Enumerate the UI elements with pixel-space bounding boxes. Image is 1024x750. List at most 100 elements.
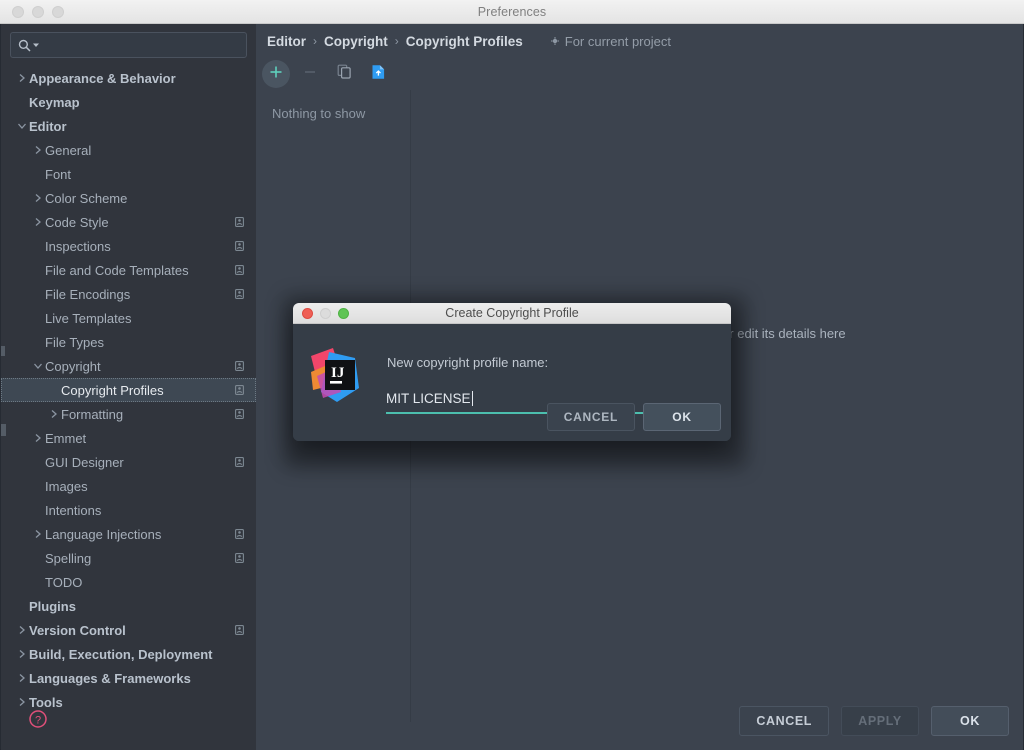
- dialog-close-button[interactable]: [302, 308, 313, 319]
- dialog-titlebar: Create Copyright Profile: [293, 303, 731, 324]
- project-config-badge-icon: [235, 529, 244, 539]
- project-config-badge-icon: [235, 241, 244, 251]
- chevron-right-icon[interactable]: [15, 625, 29, 635]
- copy-icon: [337, 64, 352, 84]
- sidebar-item-keymap[interactable]: Keymap: [1, 90, 256, 114]
- breadcrumb-item-editor[interactable]: Editor: [267, 34, 306, 49]
- sidebar-item-general[interactable]: General: [1, 138, 256, 162]
- search-row: [1, 24, 256, 64]
- sidebar-item-label: Images: [45, 479, 244, 494]
- sidebar-item-font[interactable]: Font: [1, 162, 256, 186]
- sidebar-item-label: Languages & Frameworks: [29, 671, 244, 686]
- sidebar-item-label: Appearance & Behavior: [29, 71, 244, 86]
- window-edge-artifact-top: [1, 346, 5, 356]
- cancel-button[interactable]: CANCEL: [739, 706, 829, 736]
- chevron-right-icon[interactable]: [31, 433, 45, 443]
- sidebar-item-version-control[interactable]: Version Control: [1, 618, 256, 642]
- chevron-down-icon[interactable]: [31, 362, 45, 370]
- chevron-right-icon[interactable]: [47, 409, 61, 419]
- project-config-badge-icon: [235, 361, 244, 371]
- sidebar-item-file-and-code-templates[interactable]: File and Code Templates: [1, 258, 256, 282]
- remove-profile-button: [296, 60, 324, 88]
- sidebar-item-label: Language Injections: [45, 527, 227, 542]
- sidebar-item-label: Font: [45, 167, 244, 182]
- sidebar-item-live-templates[interactable]: Live Templates: [1, 306, 256, 330]
- sidebar-item-label: Inspections: [45, 239, 227, 254]
- chevron-right-icon[interactable]: [31, 145, 45, 155]
- sidebar-item-intentions[interactable]: Intentions: [1, 498, 256, 522]
- sidebar-item-languages-frameworks[interactable]: Languages & Frameworks: [1, 666, 256, 690]
- svg-text:IJ: IJ: [331, 365, 345, 381]
- sidebar-item-copyright-profiles[interactable]: Copyright Profiles: [1, 378, 256, 402]
- sidebar-item-appearance-behavior[interactable]: Appearance & Behavior: [1, 66, 256, 90]
- chevron-right-icon[interactable]: [31, 217, 45, 227]
- sidebar-item-color-scheme[interactable]: Color Scheme: [1, 186, 256, 210]
- sidebar-item-label: Spelling: [45, 551, 227, 566]
- chevron-right-icon[interactable]: [31, 193, 45, 203]
- breadcrumb: Editor › Copyright › Copyright Profiles: [256, 24, 1023, 58]
- chevron-right-icon[interactable]: [15, 673, 29, 683]
- sidebar-item-label: General: [45, 143, 244, 158]
- profile-name-label: New copyright profile name:: [387, 355, 548, 370]
- dialog-zoom-button[interactable]: [338, 308, 349, 319]
- sidebar-item-language-injections[interactable]: Language Injections: [1, 522, 256, 546]
- chevron-right-icon[interactable]: [15, 649, 29, 659]
- project-config-badge-icon: [235, 553, 244, 563]
- breadcrumb-item-copyright[interactable]: Copyright: [324, 34, 388, 49]
- project-config-badge-icon: [235, 217, 244, 227]
- sidebar-item-gui-designer[interactable]: GUI Designer: [1, 450, 256, 474]
- help-button[interactable]: ?: [27, 710, 49, 732]
- window-titlebar: Preferences: [0, 0, 1024, 24]
- sidebar-item-images[interactable]: Images: [1, 474, 256, 498]
- chevron-right-icon[interactable]: [15, 73, 29, 83]
- window-title: Preferences: [0, 5, 1024, 19]
- sidebar-item-copyright[interactable]: Copyright: [1, 354, 256, 378]
- sidebar-item-file-types[interactable]: File Types: [1, 330, 256, 354]
- profile-name-value: MIT LICENSE: [386, 391, 471, 406]
- dialog-ok-button[interactable]: OK: [643, 403, 721, 431]
- dialog-minimize-button: [320, 308, 331, 319]
- plus-icon: [269, 65, 283, 84]
- copy-profile-button[interactable]: [330, 60, 358, 88]
- sidebar-item-code-style[interactable]: Code Style: [1, 210, 256, 234]
- dialog-cancel-button[interactable]: CANCEL: [547, 403, 635, 431]
- sidebar-item-build-execution-deployment[interactable]: Build, Execution, Deployment: [1, 642, 256, 666]
- sidebar-item-todo[interactable]: TODO: [1, 570, 256, 594]
- sidebar-item-emmet[interactable]: Emmet: [1, 426, 256, 450]
- intellij-idea-logo: IJ: [307, 346, 369, 408]
- add-profile-button[interactable]: [262, 60, 290, 88]
- sidebar-item-plugins[interactable]: Plugins: [1, 594, 256, 618]
- dialog-bottom-bar: ? CANCEL APPLY OK: [1, 693, 1023, 749]
- settings-tree[interactable]: Appearance & Behavior Keymap Editor General…: [1, 66, 256, 714]
- sidebar-item-editor[interactable]: Editor: [1, 114, 256, 138]
- project-config-badge-icon: [235, 409, 244, 419]
- search-input[interactable]: [10, 32, 247, 58]
- chevron-right-icon[interactable]: [31, 529, 45, 539]
- sidebar-item-label: Build, Execution, Deployment: [29, 647, 244, 662]
- sidebar-item-label: Intentions: [45, 503, 244, 518]
- breadcrumb-separator: ›: [313, 34, 317, 48]
- chevron-down-icon[interactable]: [32, 41, 40, 49]
- breadcrumb-separator: ›: [395, 34, 399, 48]
- import-profile-button[interactable]: [364, 60, 392, 88]
- breadcrumb-item-copyright-profiles: Copyright Profiles: [406, 34, 523, 49]
- sidebar-item-label: Color Scheme: [45, 191, 244, 206]
- scope-selector[interactable]: For current project: [550, 34, 671, 49]
- sidebar-item-label: File Encodings: [45, 287, 227, 302]
- sidebar-item-label: File Types: [45, 335, 244, 350]
- sidebar-item-formatting[interactable]: Formatting: [1, 402, 256, 426]
- project-config-badge-icon: [235, 289, 244, 299]
- sidebar-item-spelling[interactable]: Spelling: [1, 546, 256, 570]
- dialog-traffic-lights[interactable]: [302, 308, 349, 319]
- search-icon: [18, 39, 31, 52]
- sidebar-item-label: Keymap: [29, 95, 244, 110]
- sidebar-item-inspections[interactable]: Inspections: [1, 234, 256, 258]
- ok-button[interactable]: OK: [931, 706, 1009, 736]
- sidebar-item-label: Plugins: [29, 599, 244, 614]
- minus-icon: [303, 65, 317, 84]
- sidebar-item-label: Copyright: [45, 359, 227, 374]
- project-config-badge-icon: [235, 385, 244, 395]
- chevron-down-icon[interactable]: [15, 122, 29, 130]
- sidebar-item-file-encodings[interactable]: File Encodings: [1, 282, 256, 306]
- sidebar-item-label: TODO: [45, 575, 244, 590]
